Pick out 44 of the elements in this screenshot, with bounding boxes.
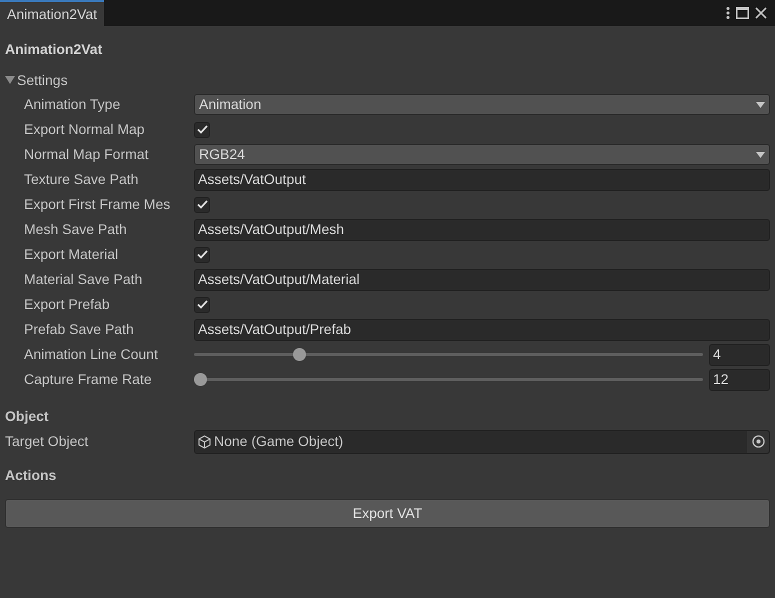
dropdown[interactable]: Animation (194, 94, 770, 115)
field-value: None (Game Object) (214, 432, 344, 451)
slider-thumb[interactable] (194, 373, 207, 386)
input-field[interactable]: Assets/VatOutput/Material (194, 268, 770, 290)
input-field[interactable]: Assets/VatOutput (194, 168, 770, 190)
field-label: Export First Frame Mes (24, 195, 172, 214)
more-options-icon[interactable] (726, 7, 730, 19)
section-header: Actions (5, 466, 56, 484)
close-icon[interactable] (755, 7, 767, 19)
panel-title: Animation2Vat (5, 40, 104, 59)
checkbox[interactable] (194, 296, 210, 312)
field-label: Normal Map Format (24, 145, 150, 164)
window-tab[interactable]: Animation2Vat (0, 0, 104, 26)
slider-thumb[interactable] (293, 348, 306, 361)
field-label: Animation Line Count (24, 345, 159, 364)
checkbox[interactable] (194, 196, 210, 212)
field-label: Material Save Path (24, 270, 144, 289)
checkbox[interactable] (194, 122, 210, 138)
dropdown[interactable]: RGB24 (194, 144, 770, 165)
object-picker-button[interactable] (747, 430, 769, 452)
export-button[interactable]: Export VAT (5, 499, 770, 528)
field-label: Capture Frame Rate (24, 370, 153, 389)
caret-icon (756, 152, 765, 158)
field-label: Export Prefab (24, 295, 111, 314)
object-field[interactable]: None (Game Object) (194, 430, 770, 454)
field-label: Target Object (5, 432, 90, 451)
field-label: Mesh Save Path (24, 220, 128, 239)
checkbox[interactable] (194, 246, 210, 262)
target-icon (752, 435, 764, 448)
field-label: Export Material (24, 245, 120, 264)
number-field[interactable]: 12 (709, 368, 770, 390)
cube-icon (198, 434, 211, 448)
input-field[interactable]: Assets/VatOutput/Mesh (194, 218, 770, 240)
input-field[interactable]: Assets/VatOutput/Prefab (194, 318, 770, 340)
section-header: Object (5, 406, 49, 426)
field-label: Export Normal Map (24, 120, 146, 139)
foldout-arrow-icon[interactable] (5, 75, 15, 85)
caret-icon (756, 102, 765, 108)
number-field[interactable]: 4 (709, 344, 770, 366)
section-label[interactable]: Settings (17, 70, 68, 90)
field-label: Prefab Save Path (24, 320, 135, 339)
field-label: Texture Save Path (24, 170, 140, 189)
maximize-icon[interactable] (736, 7, 749, 19)
field-label: Animation Type (24, 95, 122, 114)
